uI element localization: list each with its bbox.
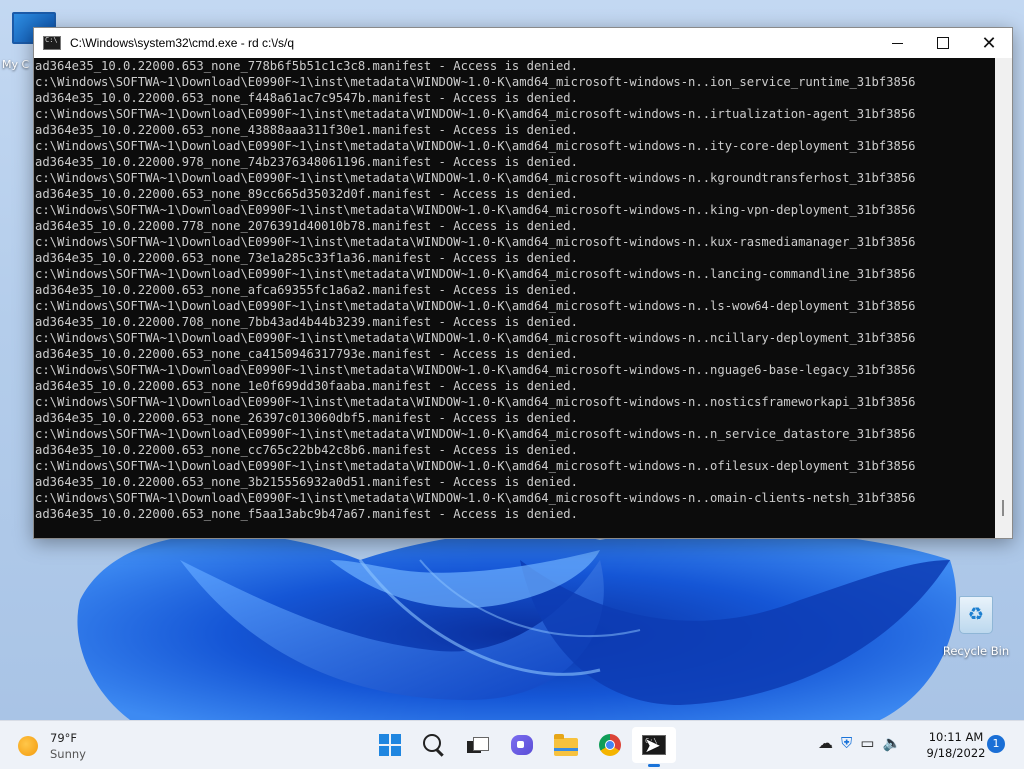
cmd-taskbar-button[interactable]: ➤ bbox=[632, 727, 676, 767]
chrome-icon bbox=[599, 734, 621, 756]
console-line: ad364e35_10.0.22000.653_none_89cc665d350… bbox=[35, 187, 578, 201]
recycle-bin-icon: ♻ bbox=[959, 596, 993, 634]
console-line: ad364e35_10.0.22000.653_none_73e1a285c33… bbox=[35, 251, 578, 265]
console-line: c:\Windows\SOFTWA~1\Download\E0990F~1\in… bbox=[35, 363, 916, 377]
console-line: c:\Windows\SOFTWA~1\Download\E0990F~1\in… bbox=[35, 459, 916, 473]
console-line: ad364e35_10.0.22000.653_none_1e0f699dd30… bbox=[35, 379, 578, 393]
weather-condition: Sunny bbox=[50, 747, 86, 761]
console-line: c:\Windows\SOFTWA~1\Download\E0990F~1\in… bbox=[35, 491, 916, 505]
console-line: c:\Windows\SOFTWA~1\Download\E0990F~1\in… bbox=[35, 331, 916, 345]
console-line: c:\Windows\SOFTWA~1\Download\E0990F~1\in… bbox=[35, 203, 916, 217]
my-computer-label: My C bbox=[2, 58, 30, 71]
minimize-button[interactable] bbox=[874, 28, 920, 58]
console-line: c:\Windows\SOFTWA~1\Download\E0990F~1\in… bbox=[35, 139, 916, 153]
console-line: c:\Windows\SOFTWA~1\Download\E0990F~1\in… bbox=[35, 107, 916, 121]
close-button[interactable]: ✕ bbox=[966, 28, 1012, 58]
console-line: c:\Windows\SOFTWA~1\Download\E0990F~1\in… bbox=[35, 235, 916, 249]
console-line: ad364e35_10.0.22000.653_none_3b215556932… bbox=[35, 475, 578, 489]
console-line: c:\Windows\SOFTWA~1\Download\E0990F~1\in… bbox=[35, 75, 916, 89]
window-titlebar[interactable]: C:\Windows\system32\cmd.exe - rd c:\/s/q… bbox=[34, 28, 1012, 58]
console-line: c:\Windows\SOFTWA~1\Download\E0990F~1\in… bbox=[35, 267, 916, 281]
console-line: ad364e35_10.0.22000.653_none_ca415094631… bbox=[35, 347, 578, 361]
start-button[interactable] bbox=[368, 727, 412, 763]
cloud-offline-icon[interactable]: ☁ bbox=[818, 733, 833, 753]
folder-icon bbox=[554, 734, 578, 756]
vertical-scrollbar[interactable] bbox=[995, 58, 1012, 538]
weather-temperature: 79°F bbox=[50, 731, 77, 745]
chat-icon bbox=[511, 735, 533, 755]
console-line: c:\Windows\SOFTWA~1\Download\E0990F~1\in… bbox=[35, 299, 916, 313]
taskbar-clock[interactable]: 10:11 AM 9/18/2022 bbox=[924, 729, 988, 761]
chat-button[interactable] bbox=[500, 727, 544, 763]
console-line: ad364e35_10.0.22000.653_none_f448a61ac7c… bbox=[35, 91, 578, 105]
network-icon[interactable]: ▭ bbox=[860, 733, 874, 753]
volume-icon[interactable]: 🔈 bbox=[882, 733, 901, 753]
cmd-window[interactable]: C:\Windows\system32\cmd.exe - rd c:\/s/q… bbox=[33, 27, 1013, 539]
console-line: ad364e35_10.0.22000.653_none_f5aa13abc9b… bbox=[35, 507, 578, 521]
search-icon bbox=[423, 734, 441, 752]
cmd-app-icon[interactable] bbox=[43, 36, 61, 50]
sun-icon bbox=[18, 736, 38, 756]
console-output[interactable]: ad364e35_10.0.22000.653_none_778b6f5b51c… bbox=[34, 58, 995, 538]
security-shield-icon[interactable]: ⛨ bbox=[841, 733, 852, 753]
task-view-icon bbox=[467, 737, 489, 753]
console-line: ad364e35_10.0.22000.653_none_cc765c22bb4… bbox=[35, 443, 578, 457]
clock-time: 10:11 AM bbox=[928, 730, 984, 744]
chrome-button[interactable] bbox=[588, 727, 632, 763]
scrollbar-thumb[interactable] bbox=[1002, 500, 1004, 516]
console-line: ad364e35_10.0.22000.778_none_2076391d400… bbox=[35, 219, 578, 233]
recycle-bin-label: Recycle Bin bbox=[942, 644, 1010, 658]
file-explorer-button[interactable] bbox=[544, 727, 588, 763]
weather-widget[interactable]: 79°F Sunny bbox=[18, 730, 86, 762]
console-line: ad364e35_10.0.22000.978_none_74b23763480… bbox=[35, 155, 578, 169]
recycle-bin-desktop-icon[interactable]: ♻ Recycle Bin bbox=[940, 596, 1012, 658]
clock-date: 9/18/2022 bbox=[926, 746, 986, 760]
console-line: ad364e35_10.0.22000.653_none_afca69355fc… bbox=[35, 283, 578, 297]
windows-start-icon bbox=[379, 734, 401, 756]
console-line: ad364e35_10.0.22000.653_none_26397c01306… bbox=[35, 411, 578, 425]
search-button[interactable] bbox=[412, 727, 456, 763]
console-line: ad364e35_10.0.22000.653_none_778b6f5b51c… bbox=[35, 59, 578, 73]
mouse-cursor-icon: ➤ bbox=[644, 733, 661, 757]
console-line: c:\Windows\SOFTWA~1\Download\E0990F~1\in… bbox=[35, 171, 916, 185]
notification-badge[interactable]: 1 bbox=[987, 735, 1005, 753]
console-line: ad364e35_10.0.22000.708_none_7bb43ad4b44… bbox=[35, 315, 578, 329]
system-tray: ☁ ⛨ ▭ 🔈 bbox=[818, 733, 901, 753]
taskbar: 79°F Sunny ➤ ☁ ⛨ ▭ 🔈 1 bbox=[0, 720, 1024, 769]
console-line: ad364e35_10.0.22000.653_none_43888aaa311… bbox=[35, 123, 578, 137]
console-line: c:\Windows\SOFTWA~1\Download\E0990F~1\in… bbox=[35, 395, 916, 409]
task-view-button[interactable] bbox=[456, 727, 500, 763]
window-title: C:\Windows\system32\cmd.exe - rd c:\/s/q bbox=[70, 36, 295, 50]
console-line: c:\Windows\SOFTWA~1\Download\E0990F~1\in… bbox=[35, 427, 916, 441]
maximize-button[interactable] bbox=[920, 28, 966, 58]
